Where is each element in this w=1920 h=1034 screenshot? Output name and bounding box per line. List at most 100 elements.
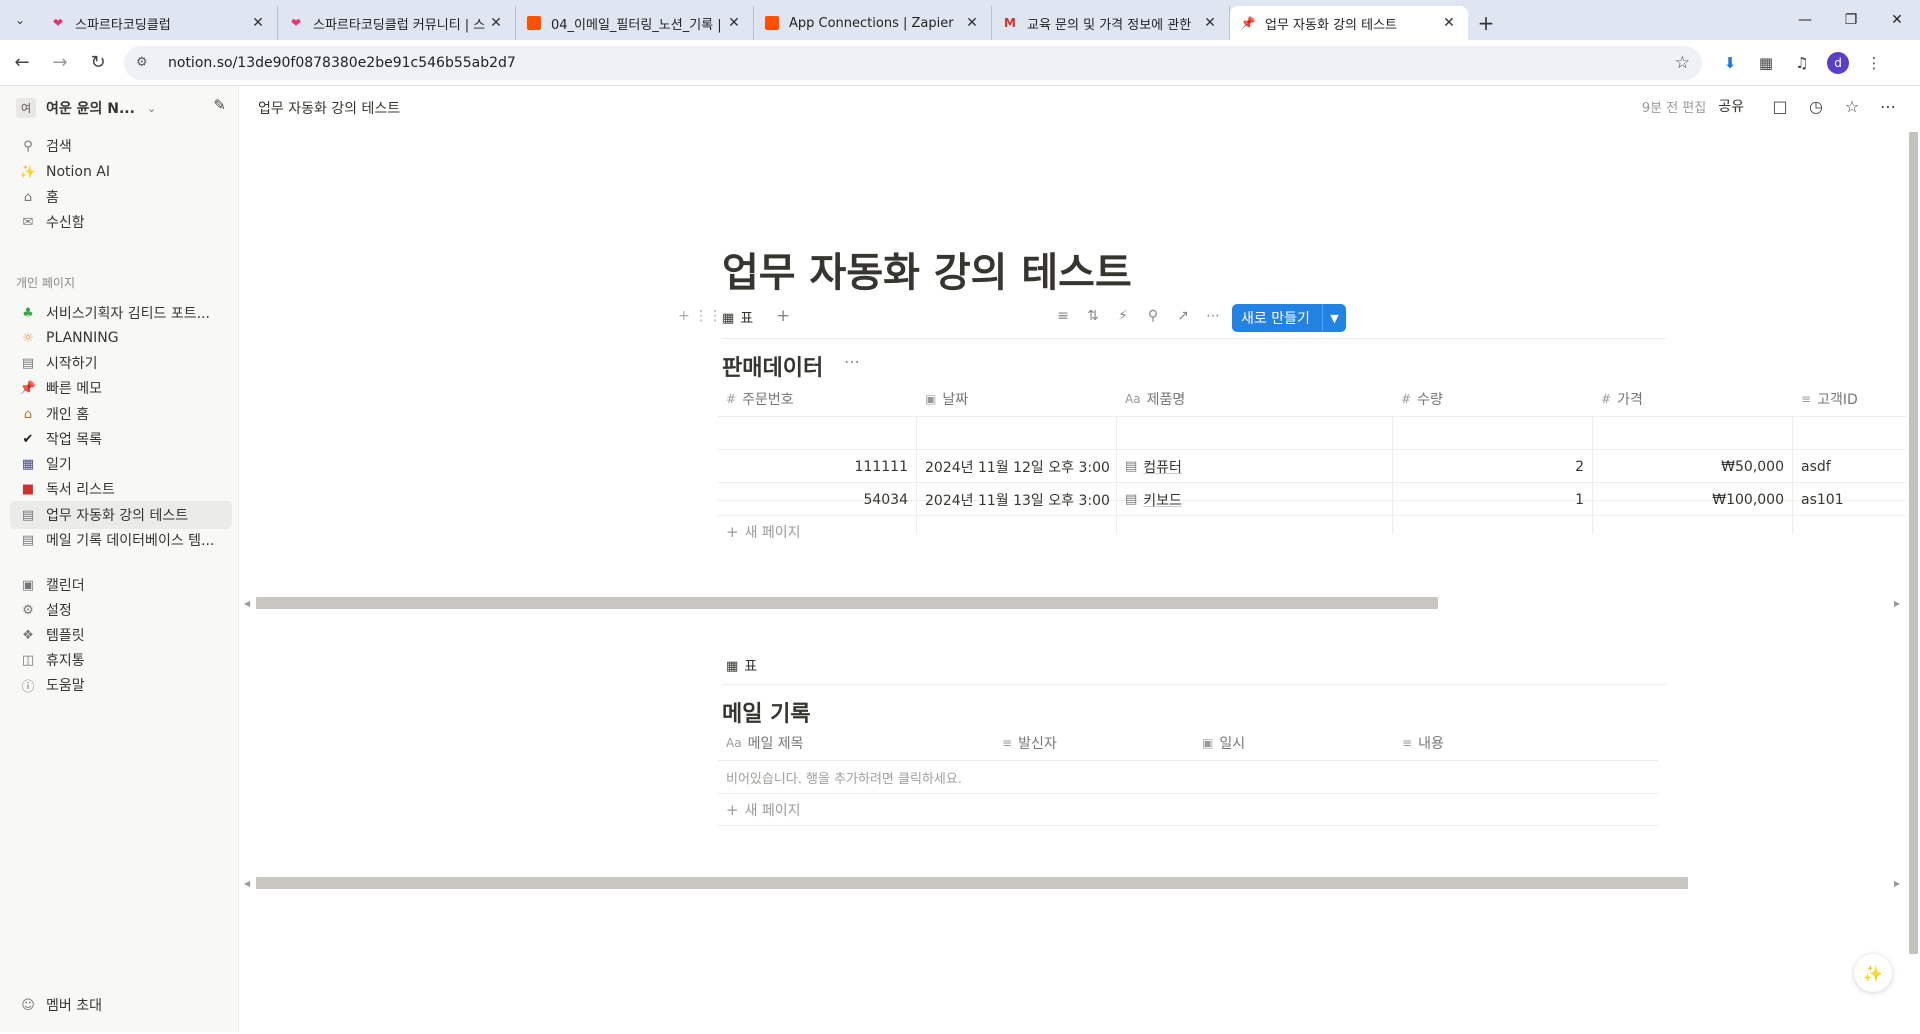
- horizontal-scrollbar[interactable]: [256, 597, 1438, 609]
- table-cell[interactable]: [1593, 417, 1793, 450]
- empty-table-row[interactable]: 비어있습니다. 행을 추가하려면 클릭하세요.: [718, 760, 1658, 793]
- breadcrumb[interactable]: 업무 자동화 강의 테스트: [258, 98, 400, 118]
- column-header-sender[interactable]: ≡ 발신자: [994, 726, 1194, 760]
- workspace-switcher[interactable]: 여 여운 윤의 N... ⌄ ✎: [16, 96, 226, 120]
- cell-price[interactable]: ₩50,000: [1593, 450, 1793, 483]
- sidebar-item-settings[interactable]: ⚙ 설정: [10, 596, 232, 624]
- page-title[interactable]: 업무 자동화 강의 테스트: [722, 240, 1132, 298]
- add-new-page-button[interactable]: + 새 페이지: [718, 515, 1906, 548]
- cell-order-no[interactable]: 54034: [718, 483, 917, 516]
- add-view-icon[interactable]: +: [776, 306, 790, 326]
- scroll-left-arrow-icon[interactable]: ◀: [244, 599, 250, 608]
- cell-price[interactable]: ₩100,000: [1593, 483, 1793, 516]
- new-page-edit-icon[interactable]: ✎: [213, 96, 226, 114]
- more-icon[interactable]: ⋯: [1870, 97, 1906, 116]
- close-icon[interactable]: ✕: [487, 15, 505, 31]
- url-input[interactable]: ⚙ notion.so/13de90f0878380e2be91c546b55a…: [124, 45, 1702, 80]
- extensions-icon[interactable]: ▦: [1748, 54, 1784, 72]
- cell-product[interactable]: ▤ 키보드: [1117, 483, 1393, 516]
- sidebar-item-calendar[interactable]: ▣ 캘린더: [10, 571, 232, 599]
- comment-icon[interactable]: □: [1762, 97, 1798, 116]
- table-cell[interactable]: [1393, 417, 1593, 450]
- view-tab-table-2[interactable]: ▦ 표: [726, 656, 757, 676]
- column-header-datetime[interactable]: ▣ 일시: [1194, 726, 1394, 760]
- browser-menu-icon[interactable]: ⋮: [1856, 54, 1892, 72]
- cell-quantity[interactable]: 1: [1393, 483, 1593, 516]
- search-icon[interactable]: ⚲: [1138, 308, 1168, 324]
- sidebar-item-templates[interactable]: ❖ 템플릿: [10, 621, 232, 649]
- browser-tab-2[interactable]: 04_이메일_필터링_노션_기록 | ✕: [516, 6, 754, 40]
- back-icon[interactable]: ←: [6, 47, 38, 79]
- close-icon[interactable]: ✕: [725, 15, 743, 31]
- column-header-content[interactable]: ≡ 내용: [1394, 726, 1658, 760]
- add-new-page-button[interactable]: + 새 페이지: [718, 793, 1658, 826]
- invite-members-button[interactable]: ☺ 멤버 초대: [10, 991, 232, 1019]
- sidebar-item-trash[interactable]: ◫ 휴지통: [10, 646, 232, 674]
- more-icon[interactable]: ⋯: [1198, 308, 1228, 324]
- sidebar-item-home[interactable]: ⌂ 홈: [10, 183, 232, 211]
- sidebar-page-9[interactable]: ▤ 메일 기록 데이터베이스 템...: [10, 526, 232, 554]
- history-icon[interactable]: ◷: [1798, 97, 1834, 116]
- sidebar-page-5[interactable]: ✔ 작업 목록: [10, 425, 232, 453]
- table-cell[interactable]: [1117, 417, 1393, 450]
- new-tab-button[interactable]: +: [1468, 6, 1504, 40]
- reload-icon[interactable]: ↻: [82, 47, 114, 79]
- product-name[interactable]: 키보드: [1143, 490, 1182, 510]
- close-icon[interactable]: ✕: [1440, 15, 1458, 31]
- new-entry-button[interactable]: 새로 만들기 ▼: [1232, 304, 1346, 332]
- cell-order-no[interactable]: 111111: [718, 450, 917, 483]
- column-header-customer-id[interactable]: ≡ 고객ID: [1793, 382, 1906, 416]
- sidebar-item-help[interactable]: ⓘ 도움말: [10, 671, 232, 699]
- cell-product[interactable]: ▤ 컴퓨터: [1117, 450, 1393, 483]
- close-window-icon[interactable]: ✕: [1874, 0, 1920, 40]
- sidebar-item-notion-ai[interactable]: ✨ Notion AI: [10, 158, 232, 186]
- column-header-order-no[interactable]: # 주문번호: [718, 382, 917, 416]
- forward-icon[interactable]: →: [44, 47, 76, 79]
- filter-icon[interactable]: ≡: [1048, 308, 1078, 324]
- cell-customer-id[interactable]: asdf: [1793, 450, 1906, 483]
- cell-date[interactable]: 2024년 11월 13일 오후 3:00: [917, 483, 1117, 516]
- automation-icon[interactable]: ⚡: [1108, 308, 1138, 324]
- site-info-icon[interactable]: ⚙: [136, 55, 156, 70]
- sidebar-page-2[interactable]: ▤ 시작하기: [10, 349, 232, 377]
- column-header-mail-subject[interactable]: Aa 메일 제목: [718, 726, 994, 760]
- sidebar-page-1[interactable]: ☼ PLANNING: [10, 324, 232, 352]
- share-button[interactable]: 공유: [1718, 96, 1744, 116]
- table-cell[interactable]: [1793, 417, 1906, 450]
- sidebar-page-3[interactable]: 📌 빠른 메모: [10, 374, 232, 402]
- drag-handle-icon[interactable]: + ⋮⋮: [678, 308, 722, 324]
- close-icon[interactable]: ✕: [249, 15, 267, 31]
- sidebar-page-4[interactable]: ⌂ 개인 홈: [10, 400, 232, 428]
- database-title-mail-log[interactable]: 메일 기록: [722, 696, 811, 728]
- browser-tab-3[interactable]: App Connections | Zapier ✕: [754, 6, 992, 40]
- table-cell[interactable]: [917, 417, 1117, 450]
- sidebar-item-inbox[interactable]: ✉ 수신함: [10, 208, 232, 236]
- url-text[interactable]: notion.so/13de90f0878380e2be91c546b55ab2…: [168, 55, 1675, 71]
- close-icon[interactable]: ✕: [963, 15, 981, 31]
- vertical-scrollbar[interactable]: [1906, 124, 1920, 1034]
- sidebar-item-search[interactable]: ⚲ 검색: [10, 132, 232, 160]
- scroll-left-arrow-icon[interactable]: ◀: [244, 879, 250, 888]
- favorite-star-icon[interactable]: ☆: [1834, 97, 1870, 116]
- sidebar-page-8[interactable]: ▤ 업무 자동화 강의 테스트: [10, 501, 232, 529]
- tab-search-chevron-icon[interactable]: ⌄: [0, 0, 40, 40]
- sidebar-page-0[interactable]: ♣ 서비스기획자 김티드 포트...: [10, 299, 232, 327]
- horizontal-scrollbar[interactable]: [256, 877, 1688, 889]
- minimize-icon[interactable]: —: [1782, 0, 1828, 40]
- column-header-price[interactable]: # 가격: [1593, 382, 1793, 416]
- table-cell[interactable]: [718, 417, 917, 450]
- empty-table-message[interactable]: 비어있습니다. 행을 추가하려면 클릭하세요.: [718, 761, 1658, 794]
- browser-tab-4[interactable]: M 교육 문의 및 가격 정보에 관한 ✕: [992, 6, 1230, 40]
- table-row[interactable]: 111111 2024년 11월 12일 오후 3:00 ▤ 컴퓨터 2 ₩50…: [718, 449, 1906, 483]
- scroll-right-arrow-icon[interactable]: ▶: [1894, 879, 1900, 888]
- cell-date[interactable]: 2024년 11월 12일 오후 3:00: [917, 450, 1117, 483]
- sort-icon[interactable]: ⇅: [1078, 308, 1108, 324]
- view-tab-table[interactable]: ▦ 표: [722, 308, 753, 328]
- close-icon[interactable]: ✕: [1201, 15, 1219, 31]
- chevron-down-icon[interactable]: ▼: [1322, 304, 1346, 332]
- column-header-quantity[interactable]: # 수량: [1393, 382, 1593, 416]
- restore-icon[interactable]: ❐: [1828, 0, 1874, 40]
- browser-tab-5[interactable]: 📌 업무 자동화 강의 테스트 ✕: [1230, 6, 1468, 40]
- column-header-date[interactable]: ▣ 날짜: [917, 382, 1117, 416]
- sidebar-page-6[interactable]: ▦ 일기: [10, 450, 232, 478]
